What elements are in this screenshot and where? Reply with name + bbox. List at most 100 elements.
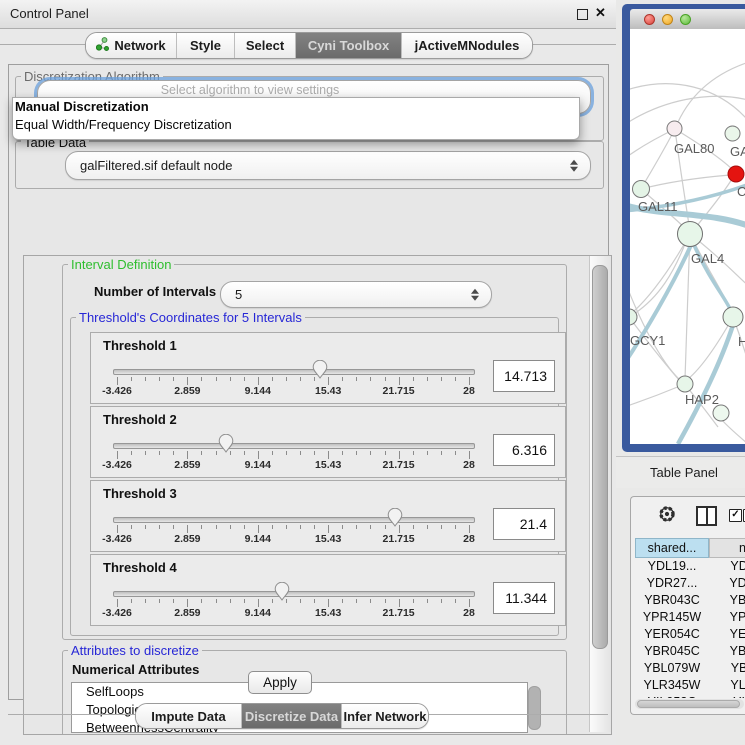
table-row[interactable]: YER054CYER0	[635, 626, 745, 643]
table-row[interactable]: YIL053CYIL0	[635, 693, 745, 698]
network-node[interactable]	[678, 222, 703, 247]
number-of-intervals-combobox[interactable]: 5	[220, 281, 492, 308]
network-node[interactable]	[633, 181, 650, 198]
tab-label: Discretize Data	[245, 709, 338, 724]
tick-mark	[455, 377, 456, 381]
zoom-traffic-light-icon[interactable]	[680, 14, 691, 25]
tick-mark	[356, 599, 357, 603]
float-window-icon[interactable]	[577, 9, 588, 20]
tab-impute-data[interactable]: Impute Data	[136, 704, 241, 728]
network-window-titlebar	[630, 9, 745, 30]
network-node[interactable]	[630, 309, 637, 325]
table-cell: YDR27...	[635, 575, 709, 592]
table-row[interactable]: YPR145WYPR1	[635, 609, 745, 626]
network-node[interactable]	[725, 126, 740, 141]
tick-mark	[131, 377, 132, 381]
slider-track[interactable]	[113, 591, 475, 597]
tick-label: 21.715	[383, 459, 415, 471]
table-row[interactable]: YLR345WYLR3	[635, 676, 745, 693]
gear-icon[interactable]	[657, 504, 677, 529]
slider-track[interactable]	[113, 517, 475, 523]
threshold-value-field[interactable]: 21.4	[493, 508, 555, 540]
tick-mark	[314, 599, 315, 603]
menu-item-equal-width-frequency-discretization[interactable]: Equal Width/Frequency Discretization	[13, 116, 579, 134]
tick-mark	[300, 599, 301, 603]
tick-mark	[427, 599, 428, 603]
threshold-value-field[interactable]: 14.713	[493, 360, 555, 392]
threshold-value-field[interactable]: 11.344	[493, 582, 555, 614]
tab-select[interactable]: Select	[234, 33, 295, 58]
control-panel-title: Control Panel	[10, 6, 89, 21]
apply-button[interactable]: Apply	[248, 671, 312, 694]
table-row[interactable]: YDL19...YDL1	[635, 558, 745, 575]
network-node[interactable]	[677, 376, 693, 392]
menu-item-manual-discretization[interactable]: Manual Discretization	[13, 98, 579, 116]
slider-track[interactable]	[113, 369, 475, 375]
tick-label: 9.144	[245, 607, 271, 619]
network-node[interactable]	[713, 405, 729, 421]
threshold-2-box: Threshold 2-3.4262.8599.14415.4321.71528…	[90, 406, 566, 478]
tick-mark	[342, 451, 343, 455]
table-row[interactable]: YBR043CYBR0	[635, 592, 745, 609]
table-row[interactable]: YBL079WYBL0	[635, 659, 745, 676]
checkbox-icon[interactable]: ✓	[729, 509, 742, 522]
table-data-combobox[interactable]: galFiltered.sif default node	[65, 151, 591, 180]
tick-mark	[187, 599, 188, 607]
tab-infer-network[interactable]: Infer Network	[341, 704, 428, 728]
tick-mark	[230, 525, 231, 529]
slider-track[interactable]	[113, 443, 475, 449]
threshold-value-field[interactable]: 6.316	[493, 434, 555, 466]
tick-label: 2.859	[174, 607, 200, 619]
table-row[interactable]: YBR045CYBR0	[635, 642, 745, 659]
tick-mark	[258, 525, 259, 533]
tab-jactivemnodules[interactable]: jActiveMNodules	[401, 33, 532, 58]
column-header-shared[interactable]: shared...	[635, 538, 709, 558]
tick-mark	[441, 525, 442, 529]
tick-mark	[441, 451, 442, 455]
bottom-tab-bar: Impute Data Discretize DataInfer Network	[135, 703, 429, 729]
tick-label: 28	[463, 459, 475, 471]
tick-mark	[356, 451, 357, 455]
tab-style[interactable]: Style	[176, 33, 234, 58]
tick-mark	[300, 377, 301, 381]
vertical-scrollbar-thumb[interactable]	[592, 265, 608, 649]
split-columns-icon[interactable]	[696, 506, 717, 526]
network-node[interactable]	[667, 121, 682, 136]
tick-mark	[117, 377, 118, 385]
table-row[interactable]: YDR27...YDR2	[635, 575, 745, 592]
network-edge	[630, 129, 675, 159]
tick-mark	[173, 599, 174, 603]
tab-label: Network	[114, 38, 165, 53]
numerical-attributes-label: Numerical Attributes	[72, 662, 199, 677]
threshold-label: Threshold 3	[103, 486, 177, 501]
minimize-traffic-light-icon[interactable]	[662, 14, 673, 25]
table-cell: YLR345W	[635, 676, 709, 693]
tick-mark	[413, 451, 414, 455]
control-panel: Control Panel ✕ Network StyleSelectCyni T…	[0, 0, 619, 745]
column-header-na[interactable]: na	[709, 538, 745, 558]
horizontal-scrollbar-track[interactable]	[635, 699, 744, 709]
table-cell: YBR0	[709, 592, 745, 609]
top-tab-bar: Network StyleSelectCyni Toolbox jActiveMNo…	[85, 32, 533, 59]
tab-label: jActiveMNodules	[415, 38, 520, 53]
network-canvas[interactable]: GAL80GACGAL11GAL4GCY1HHAP2	[630, 29, 745, 444]
tick-mark	[385, 525, 386, 529]
close-icon[interactable]: ✕	[595, 5, 606, 21]
combo-stepper-icon	[570, 159, 579, 172]
tick-label: 21.715	[383, 607, 415, 619]
node-label: GAL80	[674, 141, 714, 156]
horizontal-scrollbar-thumb[interactable]	[637, 700, 740, 708]
settings-scroll-area: Interval Definition Number of Intervals …	[23, 255, 612, 735]
tick-label: 9.144	[245, 459, 271, 471]
tick-mark	[131, 525, 132, 529]
control-panel-titlebar: Control Panel ✕	[0, 0, 618, 29]
tab-network[interactable]: Network	[86, 33, 176, 58]
tick-mark	[455, 599, 456, 603]
attributes-scrollbar-thumb[interactable]	[528, 686, 541, 730]
network-node[interactable]	[723, 307, 743, 327]
tab-discretize-data[interactable]: Discretize Data	[241, 704, 341, 728]
tab-cyni-toolbox[interactable]: Cyni Toolbox	[295, 33, 401, 58]
network-node[interactable]	[728, 166, 744, 182]
tick-mark	[159, 451, 160, 455]
close-traffic-light-icon[interactable]	[644, 14, 655, 25]
